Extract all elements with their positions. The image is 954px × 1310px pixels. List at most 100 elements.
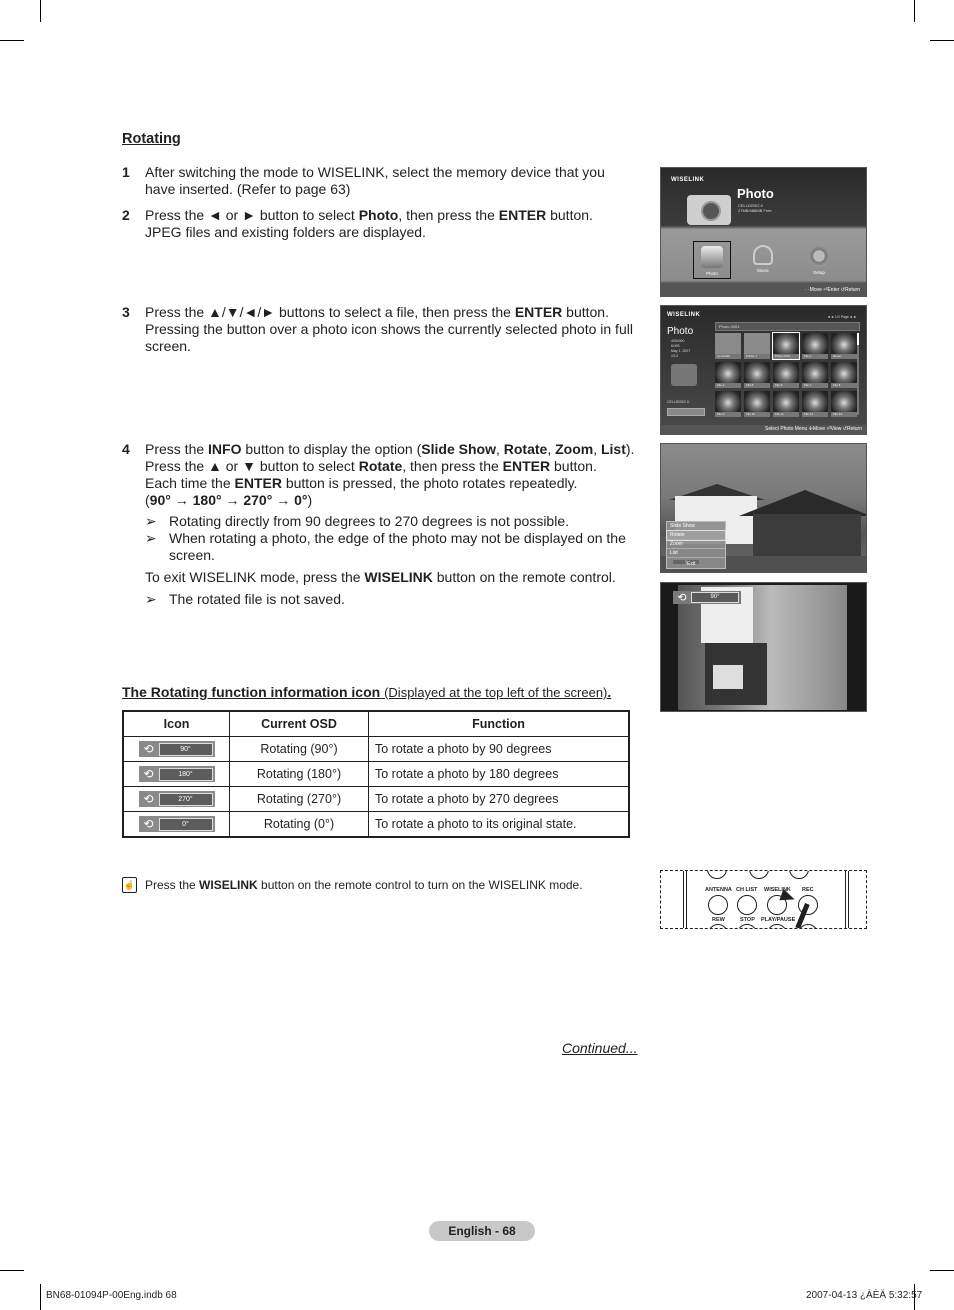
note-text: When rotating a photo, the edge of the p… [169,530,626,563]
text-bold: ENTER [498,207,547,223]
thumbnail-item[interactable]: File 5 [744,362,770,388]
text: , [547,441,556,457]
text: Press the ▲/▼/◄/► buttons to select a fi… [145,304,515,320]
text-bold: ENTER [234,475,282,491]
text: (Displayed at the top left of the screen… [384,685,608,700]
thumbnail-item[interactable]: File 8 [831,362,857,388]
osd-value: 90° [158,742,213,756]
gear-icon [808,245,830,267]
thumbnail-item[interactable]: File 4 [715,362,741,388]
menu-label: Setup [813,270,825,275]
camera-icon [687,195,731,225]
crop-mark [930,40,954,41]
osd-cell: Rotating (270°) [229,786,369,812]
step-number: 1 [122,164,130,180]
function-cell: To rotate a photo by 90 degrees [368,736,630,762]
note-text: Rotating directly from 90 degrees to 270… [169,513,570,529]
text: button to display the option ( [241,441,422,457]
file-info: 400x300 61KB May 1, 2007 1/14 [671,339,690,359]
thumbnail-item[interactable]: File 9 [715,391,741,417]
remote-label-rec: REC [802,887,814,893]
function-cell: To rotate a photo by 270 degrees [368,786,630,812]
option-zoom[interactable]: Zoom [667,540,725,549]
thumbnail-item[interactable]: Up Folder [715,333,741,359]
remote-control-illustration: ANTENNA CH LIST WISELINK REC REW STOP PL… [660,870,867,929]
note-text: The rotated file is not saved. [169,591,345,607]
icon-cell: ⟲ 270° [122,786,230,812]
thumbnail-label: File 12 [802,412,828,417]
photo-icon [701,246,723,268]
remote-note: ☝ Press the WISELINK button on the remot… [122,877,583,893]
thumbnail-item[interactable]: File 10 [744,391,770,417]
text-bold: Zoom [555,441,594,457]
info-section-title: The Rotating function information icon (… [122,684,611,700]
step-3: 3 Press the ▲/▼/◄/► buttons to select a … [122,304,637,355]
thumbnail-label: File 7 [802,383,828,388]
thumbnail-label: File 10 [744,412,770,417]
osd-value: 180° [158,767,213,781]
thumbnail-item[interactable]: Folder 1 [744,333,770,359]
text: button. [550,458,597,474]
note-arrow-icon: ➢ [145,513,157,529]
remote-label-stop: STOP [740,917,755,923]
remote-label-play-pause: PLAY/PAUSE [761,917,796,923]
text: Pressing the button over a photo icon sh… [145,321,633,354]
osd-value: 90° [691,592,739,603]
menu-item-music[interactable]: Music [745,241,781,277]
text: , then press the [402,458,503,474]
footer-file-info: BN68-01094P-00Eng.indb 68 [46,1290,177,1301]
rotation-info-table: Icon Current OSD Function ⟲ 90° Rotating … [122,710,630,838]
thumbnail-item[interactable]: File 2 [802,333,828,359]
icon-cell: ⟲ 90° [122,736,230,762]
text: Press the ◄ or ► button to select [145,207,359,223]
step-4: 4 Press the INFO button to display the o… [122,441,637,608]
note: ➢ The rotated file is not saved. [145,591,637,608]
rotate-osd: ⟲ 90° [673,591,741,604]
osd-value: 270° [158,792,213,806]
thumbnail-item[interactable]: File 6 [773,362,799,388]
thumbnail-label: File 2 [802,354,828,359]
rotate-icon: ⟲ [143,742,154,756]
thumbnail-item[interactable]: File 12 [802,391,828,417]
thumbnail-item[interactable]: File 11 [773,391,799,417]
text: Press the [145,878,200,892]
table-header-row: Icon Current OSD Function [122,710,630,737]
section-title: Rotating [122,131,181,147]
thumbnail-item[interactable]: File 13 [831,391,857,417]
menu-label: Photo [706,271,718,276]
screen-title: Photo [737,186,774,201]
photo-browser-screenshot: WISELINK ◄◄ 1/2 Page ►► Photo 400x300 61… [660,305,867,435]
screen-title: Photo [667,326,694,337]
paragraph: Press the ▲ or ▼ button to select Rotate… [145,458,637,475]
text-bold: Rotate [503,441,548,457]
osd-value: 0° [158,817,213,831]
thumbnail-item[interactable]: Name [831,333,857,359]
thumbnail-item[interactable]: File 7 [802,362,828,388]
crop-mark [930,1270,954,1271]
thumbnail-label: Up Folder [715,354,741,359]
option-list[interactable]: List [667,549,725,558]
ch-list-button [737,895,757,915]
menu-item-setup[interactable]: Setup [801,241,837,277]
table-row: ⟲ 270° Rotating (270°) To rotate a photo … [122,786,630,812]
option-slide-show[interactable]: Slide Show [667,522,725,531]
option-exit[interactable]: Exit [667,558,725,567]
remote-label-antenna: ANTENNA [705,887,732,893]
note-arrow-icon: ➢ [145,591,157,607]
option-menu-screenshot: Slide Show Rotate Zoom List Exit [660,443,867,573]
osd-cell: Rotating (0°) [229,811,369,838]
headphones-icon [753,245,773,265]
thumbnail-grid: Up Folder Folder 1 Photo 0001 File 2 Nam… [715,332,857,417]
remote-label-rew: REW [712,917,725,923]
note: ➢ Rotating directly from 90 degrees to 2… [145,513,637,530]
step-number: 3 [122,304,130,320]
step-1: 1 After switching the mode to WISELINK, … [122,164,637,198]
text: button. [546,207,593,223]
thumbnail-item-selected[interactable]: Photo 0001 [772,332,800,360]
scrollbar[interactable] [857,333,859,415]
text: , [593,441,601,457]
text: button on the remote control. [432,569,616,585]
note: ➢ When rotating a photo, the edge of the… [145,530,637,564]
menu-item-photo[interactable]: Photo [693,241,731,279]
option-rotate[interactable]: Rotate [666,530,726,541]
